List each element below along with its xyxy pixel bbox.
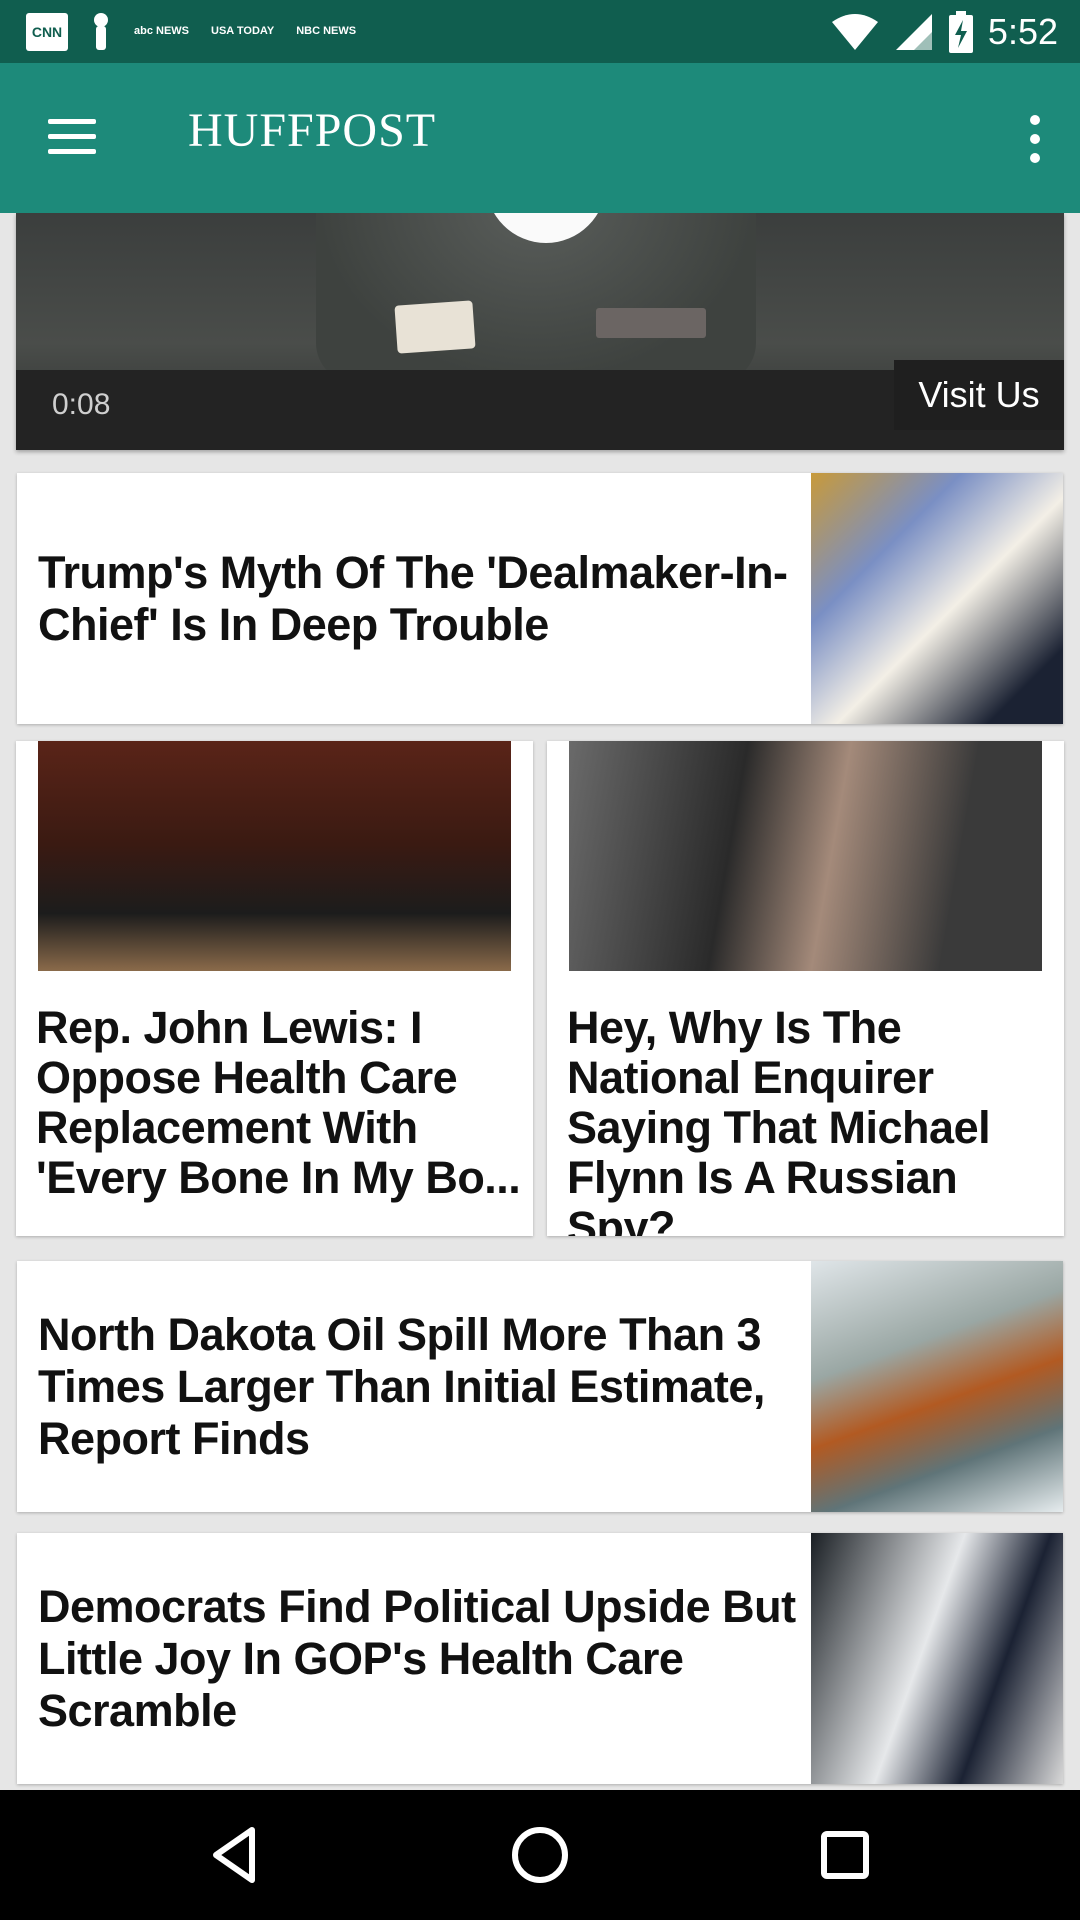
article-headline: Trump's Myth Of The 'Dealmaker-In-Chief'…: [38, 546, 788, 650]
recent-apps-icon[interactable]: [810, 1820, 880, 1890]
video-time: 0:08: [52, 388, 111, 421]
article-feed[interactable]: 0:08 Visit Us Trump's Myth Of The 'Dealm…: [0, 213, 1080, 1790]
article-headline: Democrats Find Political Upside But Litt…: [38, 1580, 796, 1736]
home-icon[interactable]: [505, 1820, 575, 1890]
status-bar: CNN abc NEWS USA TODAY NBC NEWS 5:52: [0, 0, 1080, 63]
article-card[interactable]: Democrats Find Political Upside But Litt…: [17, 1533, 1063, 1784]
system-icons: 5:52: [830, 8, 1058, 55]
nbc-news-notification-icon: NBC NEWS: [296, 25, 357, 37]
clock: 5:52: [987, 10, 1058, 52]
app-bar: HUFFPOST: [0, 63, 1080, 213]
article-thumbnail: [569, 741, 1042, 971]
article-headline: North Dakota Oil Spill More Than 3 Times…: [38, 1308, 765, 1464]
article-thumbnail: [38, 741, 511, 971]
article-thumbnail: [811, 473, 1063, 724]
abc-news-notification-icon: abc NEWS: [134, 25, 190, 37]
usa-today-notification-icon: USA TODAY: [211, 25, 275, 37]
cnn-notification-icon: CNN: [26, 12, 68, 51]
back-icon[interactable]: [200, 1820, 270, 1890]
notification-icons: CNN abc NEWS USA TODAY NBC NEWS: [26, 8, 356, 55]
battery-charging-icon: [948, 10, 973, 53]
huffpost-logo: HUFFPOST: [188, 104, 437, 157]
article-headline: Rep. John Lewis: I Oppose Health Care Re…: [36, 1002, 521, 1203]
article-card[interactable]: Trump's Myth Of The 'Dealmaker-In-Chief'…: [17, 473, 1063, 724]
overflow-menu-icon[interactable]: [1020, 109, 1050, 169]
article-card[interactable]: North Dakota Oil Spill More Than 3 Times…: [17, 1261, 1063, 1512]
video-ad[interactable]: 0:08 Visit Us: [16, 213, 1064, 450]
article-thumbnail: [811, 1533, 1063, 1784]
article-card[interactable]: Hey, Why Is The National Enquirer Saying…: [547, 741, 1064, 1236]
article-headline: Hey, Why Is The National Enquirer Saying…: [567, 1002, 991, 1237]
hamburger-menu-icon[interactable]: [44, 115, 100, 159]
visit-us-button[interactable]: Visit Us: [894, 360, 1064, 430]
video-frame-badge: [394, 300, 476, 354]
article-thumbnail: [811, 1261, 1063, 1512]
video-frame-badge: [596, 308, 706, 338]
signal-icon: [895, 13, 932, 50]
article-card[interactable]: Rep. John Lewis: I Oppose Health Care Re…: [16, 741, 533, 1236]
wifi-icon: [831, 13, 878, 50]
system-navigation-bar: [0, 1790, 1080, 1920]
bookmark-notification-icon: [90, 12, 112, 52]
video-controls: 0:08 Visit Us: [16, 360, 1064, 450]
